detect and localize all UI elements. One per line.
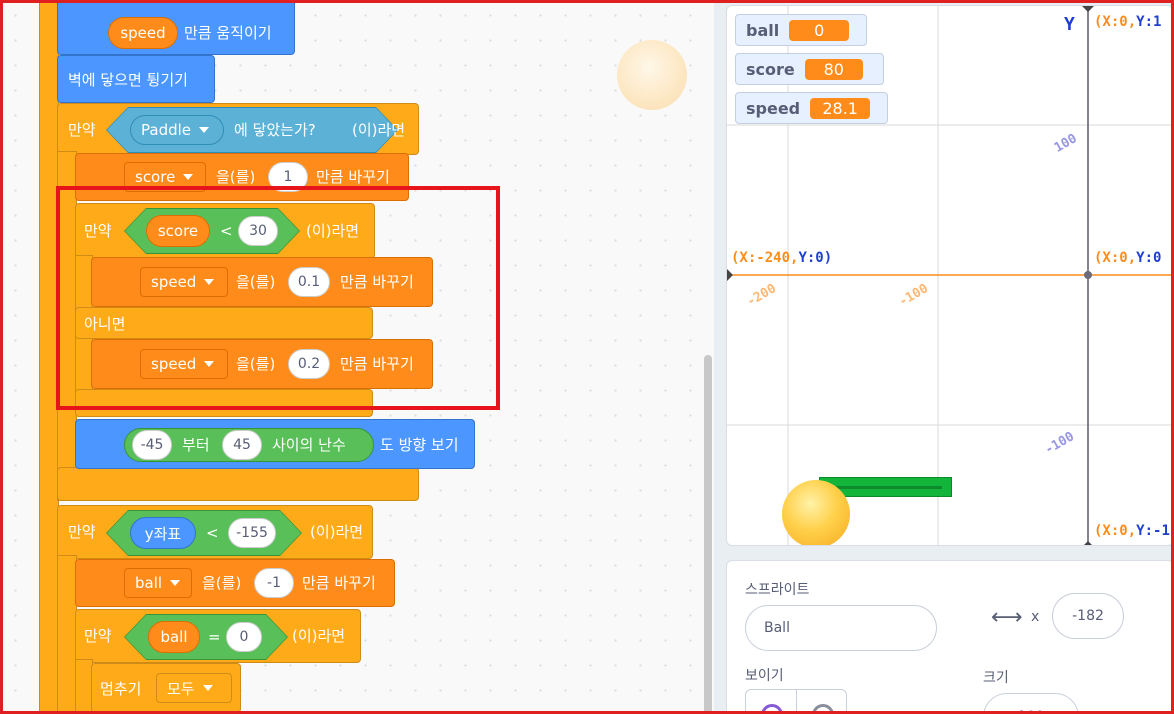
stop-block[interactable]: 멈추기 모두: [91, 663, 241, 713]
ball-sprite-ghost: [617, 40, 687, 110]
ball-compare-value[interactable]: 0: [226, 622, 262, 652]
stop-label: 멈추기: [100, 680, 142, 698]
y-position-reporter[interactable]: y좌표: [130, 517, 196, 549]
change-ball-block[interactable]: ball 을(를) -1 만큼 바꾸기: [75, 559, 395, 607]
bounce-label: 벽에 닿으면 튕기기: [68, 71, 188, 89]
monitor-score[interactable]: score 80: [735, 53, 884, 85]
move-label: 만큼 움직이기: [184, 24, 272, 42]
highlight-box: [56, 186, 500, 410]
if-y-rail: [57, 555, 77, 714]
coord-label-left: (X:-240,Y:0): [731, 250, 833, 266]
coord-label-top: (X:0,Y:1: [1094, 14, 1162, 30]
random-from-value[interactable]: -45: [132, 430, 172, 460]
stage-grid: [727, 6, 1173, 545]
less-than-label: <: [206, 524, 219, 542]
if-ball-block[interactable]: 만약 ball = 0 (이)라면: [75, 609, 361, 663]
hidden-eye-icon[interactable]: [812, 704, 834, 714]
by-label: 을(를): [216, 168, 256, 186]
point-direction-block[interactable]: -45 부터 45 사이의 난수 도 방향 보기: [75, 419, 475, 469]
chevron-down-icon: [199, 127, 209, 133]
stop-option-dropdown[interactable]: 모두: [156, 673, 232, 703]
if-paddle-foot: [57, 467, 419, 501]
y-axis-label: Y: [1064, 14, 1075, 35]
bounce-block[interactable]: 벽에 닿으면 튕기기: [57, 55, 215, 103]
x-position-input[interactable]: -182: [1052, 593, 1124, 639]
coord-label-origin: (X:0,Y:0: [1094, 250, 1162, 266]
monitor-label: score: [746, 59, 795, 79]
chevron-down-icon: [183, 174, 194, 180]
if-label: 만약: [68, 523, 96, 541]
random-to-value[interactable]: 45: [222, 430, 262, 460]
then-label: (이)라면: [352, 121, 406, 139]
monitor-ball[interactable]: ball 0: [735, 14, 867, 46]
chevron-down-icon: [202, 685, 213, 691]
show-toggle[interactable]: [745, 689, 847, 714]
ball-reporter[interactable]: ball: [148, 621, 200, 653]
coord-label-bottom: (X:0,Y:-1: [1094, 523, 1170, 539]
monitor-value: 0: [789, 19, 850, 41]
ball-sprite[interactable]: [782, 480, 850, 545]
then-label: (이)라면: [292, 627, 346, 645]
change-ball-value[interactable]: -1: [254, 568, 294, 598]
ball-var-dropdown[interactable]: ball: [124, 568, 192, 598]
then-label: (이)라면: [310, 523, 364, 541]
visible-eye-icon[interactable]: [761, 704, 783, 714]
monitor-value: 80: [804, 58, 863, 80]
x-arrow-icon: ⟷: [991, 605, 1023, 630]
if-label: 만약: [84, 627, 112, 645]
monitor-label: speed: [746, 98, 801, 118]
y-less-than-condition[interactable]: y좌표 < -155: [106, 510, 302, 556]
move-steps-block[interactable]: speed 만큼 움직이기: [57, 3, 295, 55]
touching-label: 에 닿았는가?: [234, 121, 316, 139]
monitor-label: ball: [746, 20, 780, 40]
if-y-block[interactable]: 만약 y좌표 < -155 (이)라면: [57, 505, 373, 559]
random-label: 사이의 난수: [272, 436, 346, 454]
size-input[interactable]: 100: [983, 693, 1079, 714]
change-tail-label: 만큼 바꾸기: [302, 574, 376, 592]
ball-equals-condition[interactable]: ball = 0: [124, 614, 288, 660]
monitor-speed[interactable]: speed 28.1: [735, 92, 888, 124]
monitor-value: 28.1: [810, 97, 871, 119]
if-label: 만약: [68, 121, 96, 139]
by-label: 을(를): [202, 574, 242, 592]
point-direction-label: 도 방향 보기: [380, 436, 459, 454]
equals-label: =: [208, 628, 221, 646]
size-label: 크기: [983, 670, 1009, 686]
sprite-name-input[interactable]: Ball: [745, 605, 937, 651]
paddle-dropdown[interactable]: Paddle: [130, 115, 224, 145]
speed-reporter[interactable]: speed: [108, 17, 178, 49]
if-paddle-block[interactable]: 만약 Paddle 에 닿았는가? (이)라면: [57, 103, 419, 155]
x-label: x: [1031, 609, 1040, 625]
stage[interactable]: ball 0 score 80 speed 28.1 Y (X:0,Y:1 (X…: [726, 5, 1174, 546]
y-compare-value[interactable]: -155: [228, 518, 276, 548]
change-tail-label: 만큼 바꾸기: [316, 168, 390, 186]
random-from-label: 부터: [182, 436, 210, 454]
sprite-info-panel: 스프라이트 Ball ⟷ x -182 보이기 크기 100: [726, 560, 1174, 714]
code-scrollbar[interactable]: [704, 355, 712, 714]
sprite-label: 스프라이트: [745, 582, 810, 598]
chevron-down-icon: [170, 580, 181, 586]
show-label: 보이기: [745, 668, 784, 684]
